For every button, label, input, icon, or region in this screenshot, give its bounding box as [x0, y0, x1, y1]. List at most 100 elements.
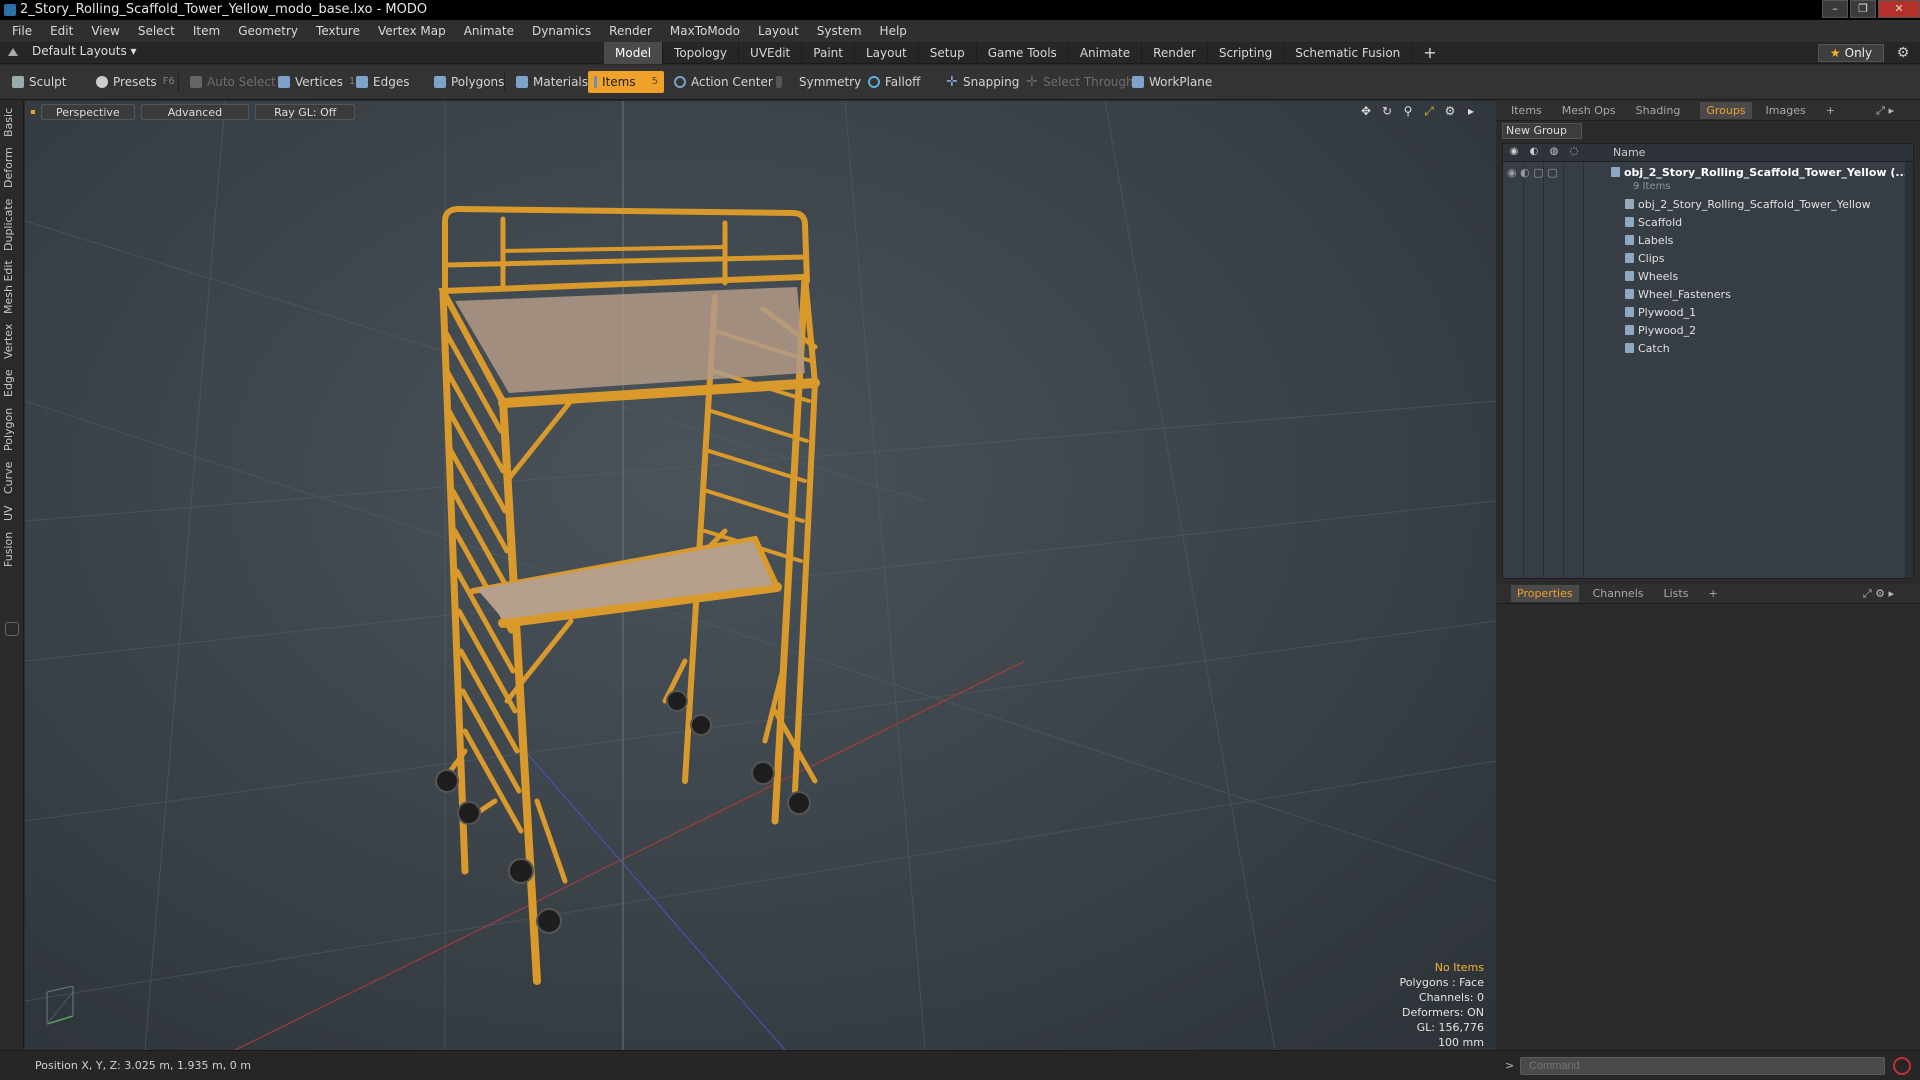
menu-layout[interactable]: Layout [758, 24, 799, 38]
list-item[interactable]: obj_2_Story_Rolling_Scaffold_Tower_Yello… [1625, 196, 1871, 214]
tab-paint[interactable]: Paint [802, 42, 855, 64]
viewport-menu-dot[interactable] [31, 110, 35, 114]
workplane-button[interactable]: WorkPlane [1126, 71, 1218, 93]
list-item[interactable]: Wheel_Fasteners [1625, 286, 1731, 304]
maximize-button[interactable]: ❐ [1850, 0, 1876, 18]
action-center-button[interactable]: Action Center [668, 71, 779, 93]
perspective-button[interactable]: Perspective [41, 104, 135, 120]
menu-render[interactable]: Render [609, 24, 652, 38]
add-tab-button[interactable]: + [1412, 42, 1447, 64]
add-properties-tab-button[interactable]: + [1708, 587, 1717, 600]
zoom-icon[interactable]: ⚲ [1401, 104, 1415, 118]
list-item[interactable]: Plywood_1 [1625, 304, 1696, 322]
tab-topology[interactable]: Topology [663, 42, 740, 64]
command-input[interactable] [1520, 1057, 1885, 1075]
minimize-button[interactable]: – [1822, 0, 1848, 18]
list-item[interactable]: Plywood_2 [1625, 322, 1696, 340]
menu-item[interactable]: Item [193, 24, 220, 38]
menu-geometry[interactable]: Geometry [238, 24, 298, 38]
fit-icon[interactable]: ⤢ [1422, 104, 1436, 118]
list-item[interactable]: Wheels [1625, 268, 1678, 286]
tab-uvedit[interactable]: UVEdit [739, 42, 803, 64]
properties-expand-icon[interactable]: ⤢ ⚙ ▸ [1863, 587, 1894, 601]
tab-deform[interactable]: Deform [2, 146, 20, 190]
expand-arrow-icon[interactable]: ▸ [1464, 104, 1478, 118]
tab-fusion[interactable]: Fusion [2, 528, 20, 570]
add-outliner-tab-button[interactable]: + [1826, 104, 1835, 117]
tab-game-tools[interactable]: Game Tools [977, 42, 1069, 64]
close-button[interactable]: ✕ [1878, 0, 1920, 18]
visibility-eye-icon[interactable]: ◉ [1507, 146, 1521, 158]
list-item[interactable]: Clips [1625, 250, 1665, 268]
polygons-button[interactable]: Polygons [428, 71, 510, 93]
menu-help[interactable]: Help [880, 24, 907, 38]
menu-texture[interactable]: Texture [316, 24, 360, 38]
menu-file[interactable]: File [12, 24, 32, 38]
menu-vertex-map[interactable]: Vertex Map [378, 24, 446, 38]
collapse-icon[interactable] [8, 46, 18, 56]
tab-edge[interactable]: Edge [2, 366, 20, 400]
render-icon[interactable]: ◐ [1527, 146, 1541, 158]
tab-mesh-edit[interactable]: Mesh Edit [2, 258, 20, 316]
tab-groups[interactable]: Groups [1700, 102, 1752, 119]
tab-mesh-ops[interactable]: Mesh Ops [1562, 104, 1616, 117]
layouts-dropdown[interactable]: Default Layouts ▾ [8, 44, 137, 58]
select-icon[interactable]: ◌ [1567, 146, 1581, 158]
tab-images[interactable]: Images [1766, 104, 1806, 117]
tab-shading[interactable]: Shading [1636, 104, 1681, 117]
tab-lists[interactable]: Lists [1664, 587, 1689, 600]
auto-select-button[interactable]: Auto Select [184, 71, 282, 93]
menu-dynamics[interactable]: Dynamics [532, 24, 591, 38]
tab-curve[interactable]: Curve [2, 458, 20, 498]
outliner-scrollbar[interactable] [1905, 162, 1913, 578]
sculpt-button[interactable]: Sculpt [6, 71, 72, 93]
menu-animate[interactable]: Animate [464, 24, 514, 38]
gear-icon[interactable]: ⚙ [1894, 44, 1912, 62]
tab-properties[interactable]: Properties [1511, 585, 1579, 602]
menu-system[interactable]: System [817, 24, 862, 38]
raygl-button[interactable]: Ray GL: Off [255, 104, 356, 120]
tab-duplicate[interactable]: Duplicate [2, 196, 20, 254]
pan-icon[interactable]: ✥ [1359, 104, 1373, 118]
menu-view[interactable]: View [91, 24, 119, 38]
select-through-button[interactable]: ✛ Select Through [1020, 71, 1140, 93]
tab-polygon[interactable]: Polygon [2, 404, 20, 454]
tab-vertex[interactable]: Vertex [2, 320, 20, 362]
tab-basic[interactable]: Basic [2, 104, 20, 140]
viewport-gear-icon[interactable]: ⚙ [1443, 104, 1457, 118]
new-group-button[interactable]: New Group [1502, 123, 1582, 139]
materials-button[interactable]: Materials [510, 71, 594, 93]
tab-setup[interactable]: Setup [919, 42, 977, 64]
groups-outliner[interactable]: ◉ ◐ ◍ ◌ Name ◉ ◐ ▢ ▢ obj_2_Story_Rolling… [1502, 143, 1914, 579]
list-item[interactable]: Catch [1625, 340, 1670, 358]
tab-animate[interactable]: Animate [1069, 42, 1143, 64]
tab-model[interactable]: Model [604, 42, 664, 64]
list-item[interactable]: Scaffold [1625, 214, 1682, 232]
stop-record-icon[interactable] [1893, 1057, 1911, 1075]
tab-layout[interactable]: Layout [855, 42, 919, 64]
list-item[interactable]: Labels [1625, 232, 1673, 250]
tab-scripting[interactable]: Scripting [1208, 42, 1285, 64]
panel-expand-icon[interactable]: ⤢ ▸ [1876, 104, 1894, 118]
menu-edit[interactable]: Edit [50, 24, 73, 38]
rotate-icon[interactable]: ↻ [1380, 104, 1394, 118]
tab-render[interactable]: Render [1142, 42, 1208, 64]
items-button[interactable]: Items 5 [588, 71, 664, 93]
palette-toggle-icon[interactable] [5, 622, 19, 636]
snapping-button[interactable]: ✛ Snapping [940, 71, 1025, 93]
tab-channels[interactable]: Channels [1593, 587, 1644, 600]
menu-select[interactable]: Select [138, 24, 175, 38]
menu-maxtomodo[interactable]: MaxToModo [670, 24, 740, 38]
vertices-button[interactable]: Vertices 1 [272, 71, 361, 93]
presets-button[interactable]: Presets F6 [90, 71, 181, 93]
lock-icon[interactable]: ◍ [1547, 146, 1561, 158]
advanced-button[interactable]: Advanced [140, 104, 250, 120]
falloff-button[interactable]: Falloff [862, 71, 926, 93]
only-button[interactable]: ★ Only [1818, 44, 1884, 62]
tab-schematic-fusion[interactable]: Schematic Fusion [1284, 42, 1413, 64]
tab-items[interactable]: Items [1511, 104, 1542, 117]
3d-viewport[interactable]: Perspective Advanced Ray GL: Off ✥ ↻ ⚲ ⤢… [25, 101, 1496, 1050]
row-eye-icon[interactable]: ◉ ◐ ▢ ▢ [1507, 164, 1557, 182]
symmetry-button[interactable]: Symmetry [770, 71, 867, 93]
tab-uv[interactable]: UV [2, 502, 20, 524]
